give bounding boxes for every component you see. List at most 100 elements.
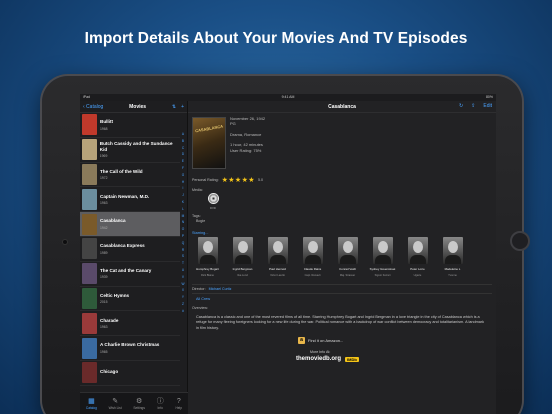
movie-title: Casablanca	[100, 218, 126, 224]
director-link[interactable]: Michael Curtiz	[209, 287, 232, 291]
list-item[interactable]: Butch Cassidy and the Sundance Kid 1969	[80, 138, 180, 163]
list-item[interactable]: Bullitt 1968	[80, 113, 180, 138]
cast-member[interactable]: Paul Henreid Victor Laszlo	[262, 237, 293, 277]
list-item[interactable]: Celtic Hymns 2015	[80, 287, 180, 312]
index-letter[interactable]: U	[182, 267, 184, 274]
list-item[interactable]: The Call of the Wild 1972	[80, 163, 180, 188]
index-letter[interactable]: K	[182, 199, 184, 206]
genre: Drama, Romance	[230, 131, 262, 137]
ipad-frame: iPad 9:41 AM 80% ‹ Catalog Movies ⇅ + Bu…	[42, 76, 530, 414]
personal-rating-label: Personal Rating:	[192, 178, 219, 182]
all-crew-link[interactable]: All Crew	[196, 297, 210, 301]
cast-member[interactable]: Peter Lorre Ugarte	[402, 237, 433, 277]
cast-member[interactable]: Madeleine L Yvonne	[437, 237, 468, 277]
tab-label: Help	[175, 405, 183, 410]
index-letter[interactable]: R	[182, 247, 184, 254]
cast-member[interactable]: Claude Rains Capt. Renault	[297, 237, 328, 277]
movie-list-panel: ‹ Catalog Movies ⇅ + Bullitt 1968 Butch Ca…	[80, 101, 188, 414]
tags-section: Tags: Bogie	[192, 214, 205, 224]
actor-photo	[302, 237, 323, 264]
index-letter[interactable]: O	[182, 226, 184, 233]
index-letter[interactable]: S	[182, 253, 184, 260]
detail-title: Casablanca	[328, 103, 356, 110]
amazon-icon: a	[298, 337, 305, 344]
movie-year: 1965	[100, 349, 108, 354]
index-letter[interactable]: M	[182, 213, 185, 220]
refresh-icon[interactable]: ↻	[459, 103, 463, 109]
movie-thumbnail	[82, 188, 97, 210]
director-row: Director: Michael Curtiz	[192, 284, 492, 294]
edit-button[interactable]: Edit	[483, 103, 492, 109]
index-letter[interactable]: T	[182, 260, 184, 267]
tab-wish-list[interactable]: ✎ Wish List	[109, 398, 122, 410]
index-letter[interactable]: Y	[182, 294, 184, 301]
cast-member[interactable]: Humphrey Bogart Rick Blaine	[192, 237, 223, 277]
actor-role: Maj. Strasser	[339, 274, 356, 277]
tab-info[interactable]: ⓘ Info	[157, 398, 164, 410]
imdb-link[interactable]: IMDb	[345, 356, 359, 362]
tab-icon: ⓘ	[156, 397, 164, 405]
cast-member[interactable]: Ingrid Bergman Ilsa Lund	[227, 237, 258, 277]
movie-thumbnail	[82, 263, 97, 285]
movie-year: 2015	[100, 300, 108, 305]
tab-help[interactable]: ? Help	[175, 398, 182, 410]
movie-title: Celtic Hymns	[100, 292, 130, 298]
rating-value: 5.0	[257, 178, 263, 182]
starring-link[interactable]: Starring...	[192, 231, 208, 235]
actor-role: Capt. Renault	[304, 274, 321, 277]
index-letter[interactable]: #	[182, 308, 184, 315]
index-letter[interactable]: C	[182, 145, 184, 152]
add-icon[interactable]: +	[181, 104, 184, 110]
list-item[interactable]: Casablanca 1942	[80, 212, 180, 237]
user-rating: User Rating: 75%	[230, 147, 262, 153]
index-letter[interactable]: X	[182, 287, 184, 294]
index-letter[interactable]: B	[182, 138, 184, 145]
list-item[interactable]: Charade 1963	[80, 311, 180, 337]
movie-detail-panel: Casablanca ↻ ⇪ Edit CASABLANCA November …	[188, 101, 496, 414]
list-item[interactable]: Chicago	[80, 361, 180, 386]
movie-title: Charade	[100, 317, 119, 323]
index-letter[interactable]: F	[182, 165, 184, 172]
index-letter[interactable]: W	[181, 281, 184, 288]
movie-list: Bullitt 1968 Butch Cassidy and the Sundanc…	[80, 113, 180, 392]
index-letter[interactable]: J	[182, 192, 184, 199]
tmdb-link[interactable]: themoviedb.org	[296, 356, 341, 362]
amazon-label: Find it on Amazon...	[308, 338, 344, 343]
actor-name: Humphrey Bogart	[196, 267, 219, 271]
list-item[interactable]: Casablanca Express 1989	[80, 237, 180, 262]
index-letter[interactable]: N	[182, 219, 184, 226]
alphabet-index[interactable]: A B C D E F G H I J K L M N O P Q R S T U V W X Y Z #	[180, 131, 186, 315]
list-item[interactable]: Captain Newman, M.D. 1963	[80, 187, 180, 213]
index-letter[interactable]: Q	[182, 240, 184, 247]
status-battery: 80%	[485, 95, 493, 99]
index-letter[interactable]: L	[182, 206, 184, 213]
cast-member[interactable]: Sydney Greenstreet Signor Ferrari	[367, 237, 398, 277]
sort-icon[interactable]: ⇅	[172, 104, 176, 110]
cast-member[interactable]: Conrad Veidt Maj. Strasser	[332, 237, 363, 277]
amazon-link[interactable]: a Find it on Amazon...	[298, 337, 343, 344]
index-letter[interactable]: V	[182, 274, 184, 281]
actor-name: Claude Rains	[303, 267, 322, 271]
list-item[interactable]: The Cat and the Canary 1939	[80, 262, 180, 287]
index-letter[interactable]: G	[182, 172, 184, 179]
index-letter[interactable]: Z	[182, 301, 184, 308]
catalog-back-button[interactable]: ‹ Catalog	[83, 104, 103, 110]
index-letter[interactable]: E	[182, 158, 184, 165]
index-letter[interactable]: P	[182, 233, 184, 240]
list-item[interactable]: A Charlie Brown Christmas 1965	[80, 336, 180, 361]
dvd-disc-icon	[208, 193, 219, 204]
rating-stars[interactable]: ★★★★★	[222, 176, 255, 184]
index-letter[interactable]: A	[182, 131, 184, 138]
director-label: Director:	[192, 287, 206, 291]
movie-year: 1963	[100, 325, 108, 330]
index-letter[interactable]: H	[182, 179, 184, 186]
home-button[interactable]	[510, 231, 530, 251]
index-letter[interactable]: I	[183, 185, 184, 192]
tab-icon: ▦	[88, 397, 95, 405]
tab-catalog[interactable]: ▦ Catalog	[86, 398, 97, 410]
share-icon[interactable]: ⇪	[471, 103, 475, 109]
index-letter[interactable]: D	[182, 151, 184, 158]
tab-settings[interactable]: ⚙ Settings	[133, 398, 145, 410]
movie-thumbnail	[82, 238, 97, 260]
media-label: Media:	[192, 188, 203, 192]
